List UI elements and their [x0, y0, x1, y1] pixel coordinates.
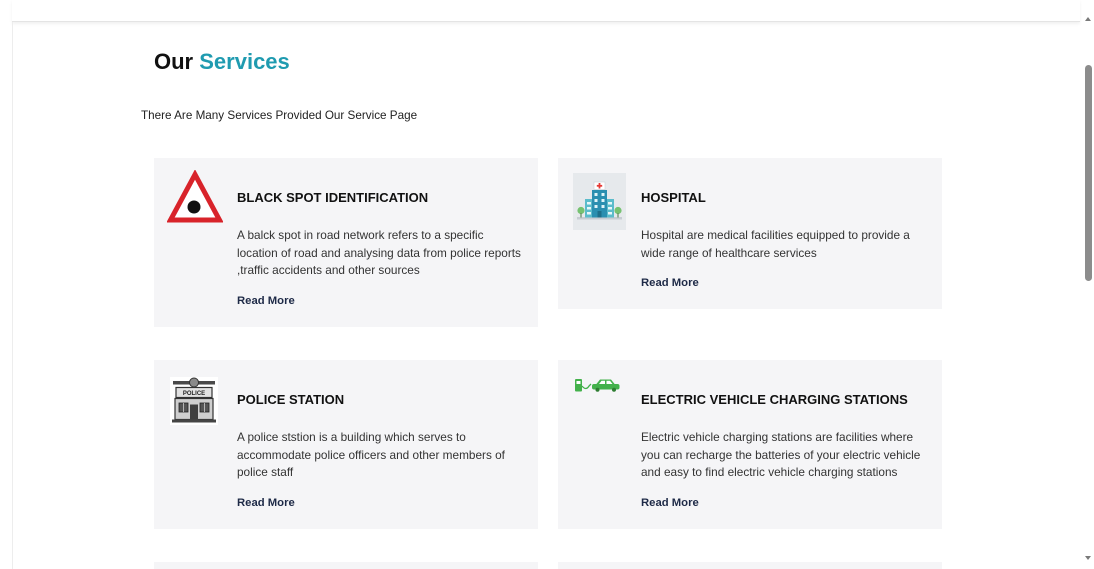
service-description: A police ststion is a building which ser…: [237, 429, 528, 482]
description-line: Hospital are medical facilities equipped…: [641, 228, 910, 242]
service-card-hospital: HOSPITAL Hospital are medical facilities…: [558, 158, 942, 309]
police-station-icon: POLICE: [170, 377, 218, 425]
description-line: you can recharge the batteries of your e…: [641, 447, 921, 462]
description-line: and easy to find electric vehicle chargi…: [641, 465, 898, 479]
ev-charging-icon: [575, 379, 620, 392]
vertical-scrollbar[interactable]: [1082, 0, 1094, 569]
description-line: Electric vehicle charging stations are f…: [641, 430, 914, 444]
police-sign-text: POLICE: [183, 391, 205, 397]
service-title: HOSPITAL: [641, 190, 706, 205]
description-line: accommodate police officers and other me…: [237, 447, 505, 462]
service-title: POLICE STATION: [237, 392, 345, 407]
description-line: ,traffic accidents and other sources: [237, 263, 420, 277]
header-bar: [12, 0, 1080, 22]
service-description: Electric vehicle charging stations are f…: [641, 429, 932, 482]
hospital-icon: [573, 173, 626, 230]
service-title: BLACK SPOT IDENTIFICATION: [237, 190, 429, 205]
warning-triangle-icon: [167, 170, 223, 223]
scroll-thumb[interactable]: [1085, 65, 1092, 281]
description-line: A police ststion is a building which ser…: [237, 430, 466, 444]
scroll-down-arrow[interactable]: [1085, 556, 1091, 560]
description-line: location of road and analysing data from…: [237, 245, 521, 260]
section-heading: Our Services: [154, 49, 290, 75]
scroll-up-arrow[interactable]: [1085, 17, 1091, 21]
description-line: wide range of healthcare services: [641, 245, 817, 260]
description-line: A balck spot in road network refers to a…: [237, 228, 484, 242]
section-subtitle: There Are Many Services Provided Our Ser…: [141, 109, 418, 122]
service-description: A balck spot in road network refers to a…: [237, 227, 528, 280]
read-more-link[interactable]: Read More: [641, 275, 932, 291]
service-description: Hospital are medical facilities equipped…: [641, 227, 932, 262]
service-card-ev-charging: ELECTRIC VEHICLE CHARGING STATIONS Elect…: [558, 360, 942, 529]
read-more-link[interactable]: Read More: [237, 293, 528, 309]
service-card-black-spot: BLACK SPOT IDENTIFICATION A balck spot i…: [154, 158, 538, 327]
heading-accent-text: Services: [199, 49, 290, 74]
description-line: police staff: [237, 465, 294, 479]
service-card-partial: [154, 562, 538, 569]
heading-text: Our: [154, 49, 194, 74]
read-more-link[interactable]: Read More: [641, 495, 932, 511]
page-border: [12, 22, 13, 569]
service-title: ELECTRIC VEHICLE CHARGING STATIONS: [641, 392, 908, 407]
read-more-link[interactable]: Read More: [237, 495, 528, 511]
service-card-police-station: POLICE POLICE STATION A police ststion i…: [154, 360, 538, 529]
service-card-partial: [558, 562, 942, 569]
